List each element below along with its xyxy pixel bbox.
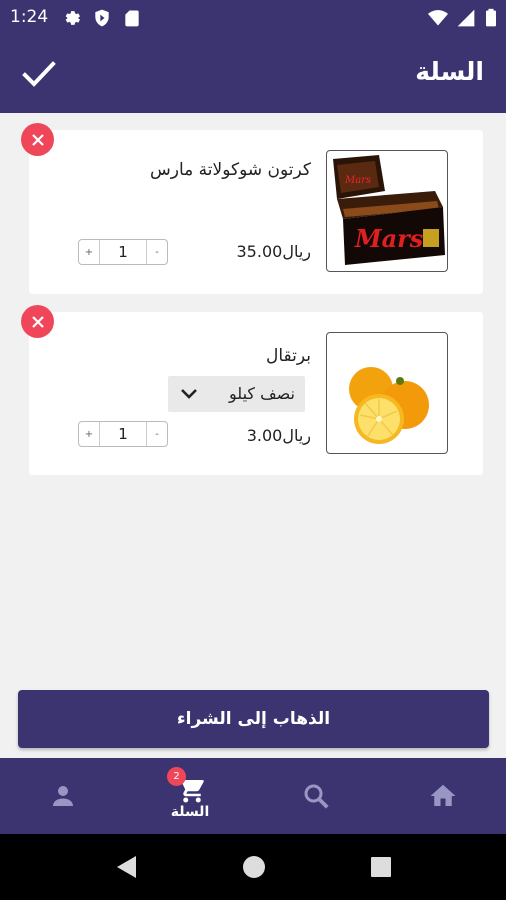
- wifi-icon: [428, 10, 448, 26]
- product-name: برتقال: [266, 346, 311, 366]
- confirm-check-icon[interactable]: [22, 59, 56, 89]
- nav-home[interactable]: [403, 758, 483, 834]
- status-bar: 1:24: [0, 0, 506, 35]
- mars-box-image: Mars Mars: [333, 155, 445, 265]
- remove-item-button[interactable]: [21, 305, 54, 338]
- nav-cart-label: السلة: [170, 803, 210, 820]
- nav-profile[interactable]: [23, 758, 103, 834]
- chevron-down-icon: [181, 389, 197, 399]
- cart-item-card: برتقال نصف كيلو 3.00ريال + 1 -: [29, 312, 483, 475]
- quantity-stepper: + 1 -: [78, 421, 168, 447]
- search-icon: [304, 784, 329, 809]
- svg-text:Mars: Mars: [354, 224, 424, 253]
- nav-cart[interactable]: 2 السلة: [150, 758, 230, 834]
- quantity-value: 1: [118, 425, 128, 443]
- close-icon: [31, 133, 44, 146]
- increase-quantity-button[interactable]: +: [79, 240, 100, 264]
- bottom-nav: 2 السلة: [0, 758, 506, 834]
- decrease-quantity-button[interactable]: -: [146, 422, 167, 446]
- person-icon: [53, 786, 73, 806]
- recents-icon[interactable]: [369, 854, 393, 880]
- decrease-quantity-button[interactable]: -: [146, 240, 167, 264]
- unit-select[interactable]: نصف كيلو: [168, 376, 305, 412]
- cart-item-card: Mars Mars كرتون شوكولاتة مارس 35.00ريال …: [29, 130, 483, 294]
- back-icon[interactable]: [114, 854, 138, 880]
- home-icon: [430, 784, 456, 806]
- signal-icon: [457, 9, 475, 27]
- system-nav-bar: [0, 834, 506, 900]
- quantity-stepper: + 1 -: [78, 239, 168, 265]
- svg-text:Mars: Mars: [344, 175, 371, 186]
- battery-icon: [486, 8, 496, 27]
- sd-card-icon: [125, 10, 139, 27]
- settings-gear-icon: [65, 11, 80, 25]
- unit-select-value: نصف كيلو: [229, 384, 295, 403]
- shield-play-icon: [95, 9, 109, 27]
- product-price: 35.00ريال: [236, 242, 312, 261]
- app-bar: السلة: [0, 35, 506, 113]
- product-image-orange: [326, 332, 448, 454]
- quantity-value: 1: [118, 243, 128, 261]
- page-title: السلة: [415, 57, 484, 86]
- oranges-image: [349, 367, 429, 444]
- home-circle-icon[interactable]: [242, 854, 266, 880]
- status-time: 1:24: [10, 7, 49, 27]
- product-name: كرتون شوكولاتة مارس: [150, 160, 311, 180]
- cart-badge: 2: [167, 766, 186, 786]
- close-icon: [31, 315, 44, 328]
- checkout-button[interactable]: الذهاب إلى الشراء: [18, 690, 489, 748]
- remove-item-button[interactable]: [21, 123, 54, 156]
- nav-search[interactable]: [276, 758, 356, 834]
- product-price: 3.00ريال: [246, 426, 311, 445]
- increase-quantity-button[interactable]: +: [79, 422, 100, 446]
- product-image-mars: Mars Mars: [326, 150, 448, 272]
